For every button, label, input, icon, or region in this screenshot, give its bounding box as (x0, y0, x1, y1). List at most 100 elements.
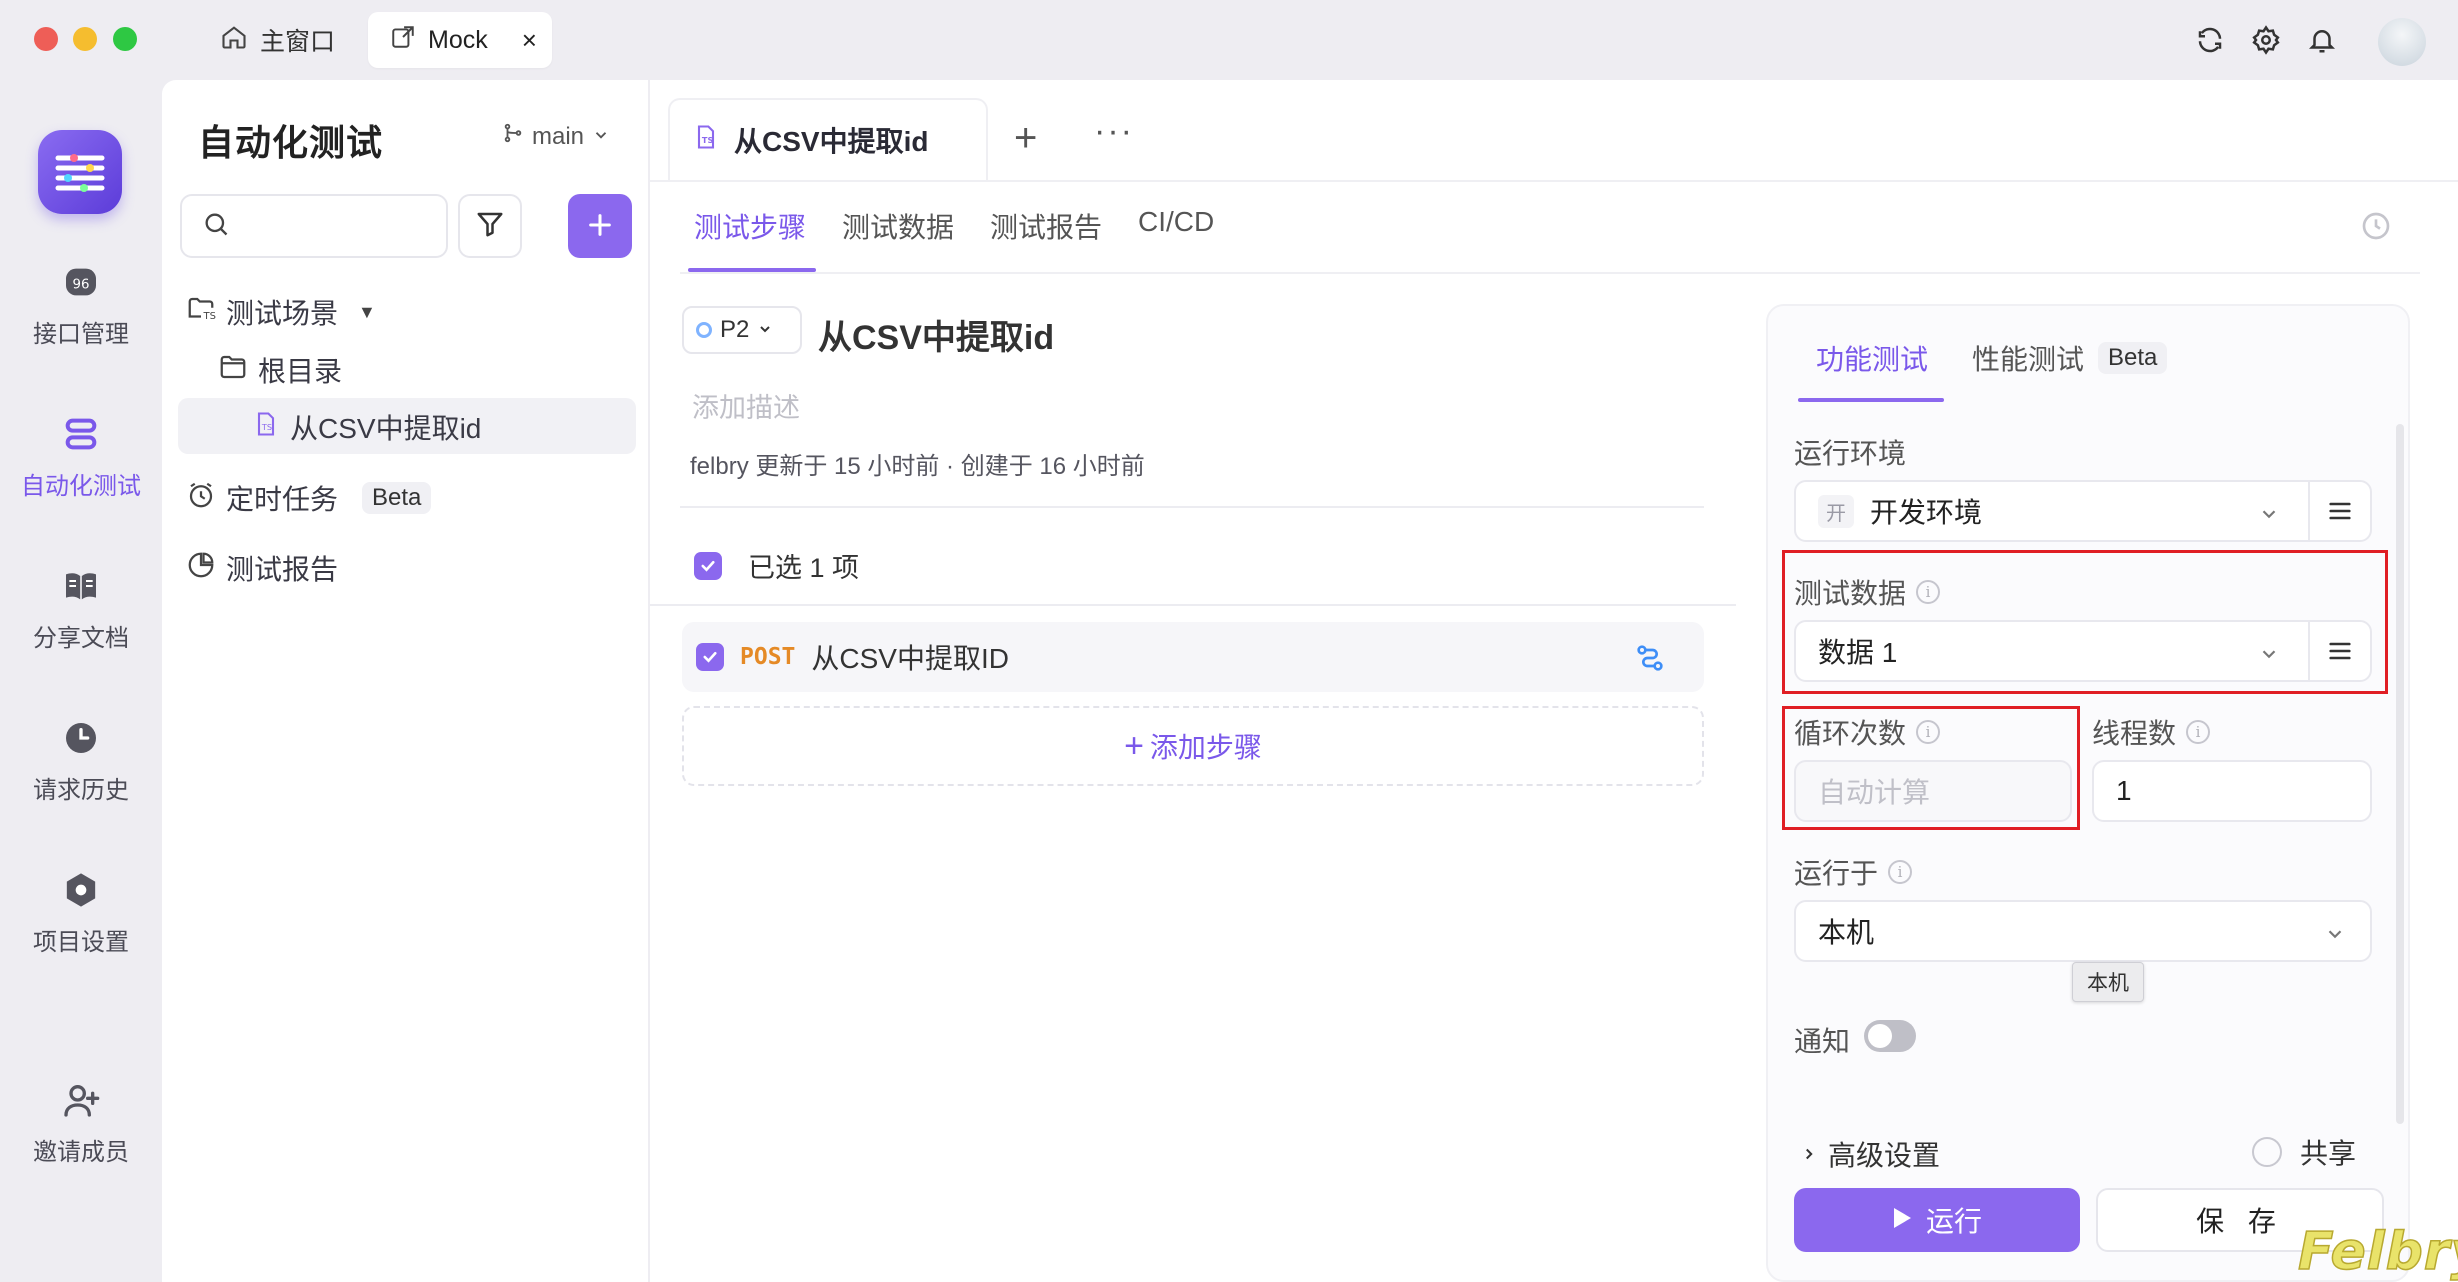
priority-dot-icon (696, 322, 712, 338)
threads-input[interactable]: 1 (2092, 760, 2372, 822)
nav-api-management[interactable]: 96 接口管理 (0, 262, 162, 349)
selected-count-text: 已选 1 项 (748, 553, 860, 583)
step-row[interactable]: POST 从CSV中提取ID (682, 622, 1704, 692)
env-manage-button[interactable] (2308, 482, 2370, 540)
bell-icon[interactable] (2302, 20, 2342, 60)
search-icon (202, 210, 230, 243)
info-icon[interactable]: i (1888, 860, 1913, 884)
sub-tabs-divider (680, 272, 2420, 274)
share-label: 共享 (2300, 1138, 2357, 1169)
chevron-down-icon (2324, 920, 2346, 952)
scheduled-tasks-item[interactable]: 定时任务 Beta (186, 478, 432, 518)
test-reports-item[interactable]: 测试报告 (186, 548, 338, 588)
loop-count-input[interactable]: 自动计算 (1794, 760, 2072, 822)
tab-test-data[interactable]: 测试数据 (842, 206, 954, 246)
tooltip: 本机 (2072, 962, 2144, 1002)
run-button[interactable]: 运行 (1794, 1188, 2080, 1252)
add-scenario-button[interactable] (568, 194, 632, 258)
share-checkbox[interactable] (2252, 1137, 2282, 1167)
chevron-down-icon (757, 316, 773, 344)
share-option[interactable]: 共享 (2252, 1132, 2356, 1172)
meta-times: 更新于 15 小时前 · 创建于 16 小时前 (755, 453, 1145, 480)
run-on-select[interactable]: 本机 (1794, 900, 2372, 962)
gear-icon[interactable] (2246, 20, 2286, 60)
run-on-value: 本机 (1818, 917, 1875, 948)
select-all-checkbox[interactable] (694, 551, 722, 580)
nav-label: 分享文档 (33, 625, 129, 652)
nav-automation-testing[interactable]: 自动化测试 (0, 414, 162, 501)
alarm-clock-icon (186, 480, 216, 517)
panel-scrollbar[interactable] (2396, 424, 2404, 1124)
info-icon[interactable]: i (1916, 580, 1941, 604)
description-input[interactable]: 添加描述 (692, 386, 800, 425)
more-tabs-button[interactable]: ··· (1094, 112, 1134, 151)
home-icon (220, 23, 248, 58)
run-on-label: 运行于 (1794, 858, 1879, 889)
tab-test-steps[interactable]: 测试步骤 (694, 206, 806, 246)
nav-invite-members[interactable]: 邀请成员 (0, 1080, 162, 1167)
advanced-settings-toggle[interactable]: 高级设置 (1800, 1134, 1940, 1174)
info-icon[interactable]: i (2186, 720, 2211, 744)
add-step-button[interactable]: + 添加步骤 (682, 706, 1704, 786)
info-icon[interactable]: i (1916, 720, 1941, 744)
chevron-down-icon (592, 123, 610, 151)
divider (680, 506, 1704, 508)
window-tab-mock[interactable]: Mock × (368, 12, 552, 68)
plus-icon (586, 206, 614, 246)
tree-scenario-item[interactable]: TS 从CSV中提取id (252, 407, 481, 447)
active-tab-indicator (688, 268, 816, 272)
nav-label: 邀请成员 (33, 1139, 129, 1166)
test-data-select[interactable]: 数据 1 (1794, 620, 2372, 682)
chevron-right-icon (1800, 1138, 1818, 1170)
nav-request-history[interactable]: 请求历史 (0, 718, 162, 805)
new-tab-button[interactable]: + (1014, 116, 1037, 161)
zoom-window-button[interactable] (113, 27, 137, 51)
svg-text:TS: TS (261, 421, 272, 431)
tab-ci-cd[interactable]: CI/CD (1138, 206, 1214, 238)
sidebar-title: 自动化测试 (198, 122, 384, 163)
svg-text:TS: TS (203, 311, 216, 322)
priority-selector[interactable]: P2 (682, 306, 802, 354)
nav-share-docs[interactable]: 分享文档 (0, 566, 162, 653)
avatar[interactable] (2378, 18, 2426, 66)
tab-test-reports[interactable]: 测试报告 (990, 206, 1102, 246)
history-icon[interactable] (2360, 210, 2392, 247)
search-input[interactable] (180, 194, 448, 258)
step-checkbox[interactable] (696, 643, 724, 671)
close-tab-icon[interactable]: × (522, 25, 537, 56)
filter-button[interactable] (458, 194, 522, 258)
pie-chart-icon (186, 550, 216, 587)
tree-root-folder[interactable]: 根目录 (218, 350, 342, 390)
tree-label: 根目录 (258, 356, 343, 387)
toggle-knob (1868, 1024, 1892, 1048)
external-link-icon (390, 24, 416, 57)
nav-project-settings[interactable]: 项目设置 (0, 870, 162, 957)
env-select[interactable]: 开 开发环境 (1794, 480, 2372, 542)
link-icon[interactable] (1634, 642, 1666, 681)
doc-tabs-divider (650, 180, 2458, 182)
branch-selector[interactable]: main (502, 122, 610, 151)
minimize-window-button[interactable] (73, 27, 97, 51)
automation-icon (61, 414, 101, 454)
threads-label: 线程数 (2092, 718, 2177, 749)
tab-performance-test[interactable]: 性能测试 Beta (1972, 338, 2168, 378)
chevron-down-icon (2258, 640, 2280, 672)
refresh-icon[interactable] (2190, 20, 2230, 60)
loop-label-row: 循环次数 i (1794, 712, 1941, 752)
scenario-sidebar: 自动化测试 main TS 测试场景 ▼ 根目录 TS 从CSV中提取id 定时… (162, 80, 648, 1282)
window-tab-home[interactable]: 主窗口 (198, 12, 357, 68)
tree-test-scenes[interactable]: TS 测试场景 ▼ (186, 292, 376, 332)
env-value: 开发环境 (1870, 497, 1983, 528)
scenario-title[interactable]: 从CSV中提取id (818, 310, 1054, 359)
test-data-manage-button[interactable] (2308, 622, 2370, 680)
scenario-meta: felbry 更新于 15 小时前 · 创建于 16 小时前 (690, 446, 1145, 481)
doc-tab-scenario[interactable]: TS 从CSV中提取id (668, 98, 988, 180)
selection-summary: 已选 1 项 (694, 546, 859, 585)
loop-label: 循环次数 (1794, 718, 1907, 749)
clock-icon (61, 718, 101, 758)
tab-functional-test[interactable]: 功能测试 (1816, 338, 1928, 378)
add-step-label: 添加步骤 (1149, 732, 1262, 763)
notify-toggle[interactable] (1864, 1020, 1916, 1052)
branch-name: main (532, 122, 585, 150)
close-window-button[interactable] (34, 27, 58, 51)
